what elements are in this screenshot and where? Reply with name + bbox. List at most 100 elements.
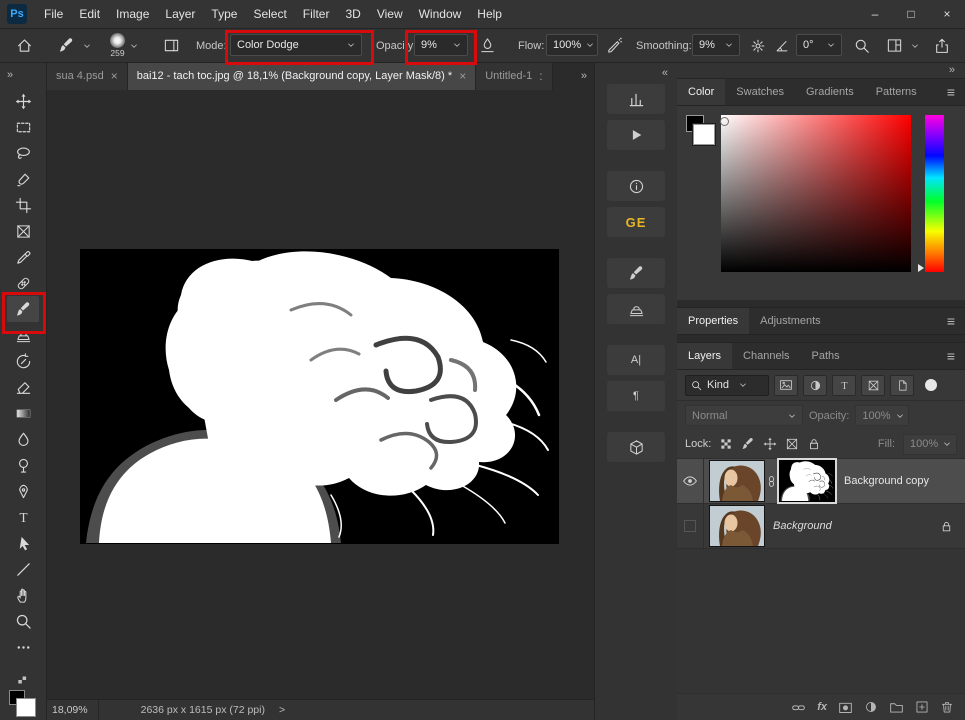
delete-layer-icon[interactable] (940, 700, 954, 714)
lock-artboard-icon[interactable] (785, 437, 799, 451)
saturation-brightness-picker[interactable] (721, 115, 911, 272)
tool-lasso[interactable] (7, 140, 39, 166)
lock-all-icon[interactable] (807, 437, 821, 451)
panel-button-paragraph[interactable]: ¶ (607, 381, 665, 411)
filter-smart-objects-button[interactable] (890, 375, 914, 396)
layer-fill-field[interactable]: 100% (903, 434, 957, 455)
layer-mask-thumbnail-selected[interactable] (779, 460, 835, 502)
tool-hand[interactable] (7, 582, 39, 608)
menu-help[interactable]: Help (469, 1, 510, 28)
panel-button-clone-source[interactable] (607, 294, 665, 324)
panel-menu-icon[interactable]: ≡ (937, 343, 965, 369)
tool-zoom[interactable] (7, 608, 39, 634)
layer-visibility-toggle[interactable] (677, 504, 704, 548)
tab-channels[interactable]: Channels (732, 343, 800, 369)
foreground-background-swatches[interactable] (7, 690, 39, 718)
brush-angle-widget[interactable] (774, 29, 790, 62)
minimize-button[interactable]: – (857, 1, 893, 28)
blend-mode-select[interactable]: Color Dodge (230, 34, 362, 56)
lock-pixels-icon[interactable] (741, 437, 755, 451)
menu-view[interactable]: View (369, 1, 411, 28)
layer-blend-mode-select[interactable]: Normal (685, 405, 803, 426)
layer-name[interactable]: Background copy (844, 475, 929, 487)
tool-spot-healing-brush[interactable] (7, 270, 39, 296)
tab-adjustments[interactable]: Adjustments (749, 308, 832, 334)
tool-history-brush[interactable] (7, 348, 39, 374)
hue-slider[interactable] (925, 115, 944, 272)
panel-button-brush-settings[interactable] (607, 258, 665, 288)
tab-swatches[interactable]: Swatches (725, 79, 795, 105)
close-button[interactable]: × (929, 1, 965, 28)
tool-brush[interactable] (7, 296, 39, 322)
tab-close-icon[interactable]: × (459, 69, 466, 83)
color-panel-swatches[interactable] (686, 115, 720, 153)
smoothing-select[interactable]: 9% (692, 34, 740, 56)
lock-position-icon[interactable] (763, 437, 777, 451)
brush-preset-picker[interactable]: 259 (110, 29, 138, 62)
document-tab-1[interactable]: sua 4.psd × (47, 62, 128, 90)
airbrush-button[interactable] (606, 29, 623, 62)
tool-rectangular-marquee[interactable] (7, 114, 39, 140)
edit-toolbar-icon[interactable] (16, 673, 30, 687)
tab-patterns[interactable]: Patterns (865, 79, 928, 105)
layer-name[interactable]: Background (773, 520, 832, 532)
tool-crop[interactable] (7, 192, 39, 218)
panel-menu-icon[interactable]: ≡ (937, 79, 965, 105)
canvas-viewport[interactable] (47, 90, 594, 700)
add-layer-mask-icon[interactable] (838, 700, 853, 715)
link-layers-icon[interactable] (791, 700, 806, 715)
panel-menu-icon[interactable]: ≡ (937, 308, 965, 334)
tab-layers[interactable]: Layers (677, 343, 732, 369)
layer-mask-link[interactable] (764, 474, 779, 489)
tool-gradient[interactable] (7, 400, 39, 426)
panel-button-ge-extension[interactable]: GE (607, 207, 665, 237)
tab-overflow-chevrons[interactable]: » (574, 62, 594, 90)
tool-quick-selection[interactable] (7, 166, 39, 192)
maximize-button[interactable]: □ (893, 1, 929, 28)
new-group-icon[interactable] (889, 700, 904, 715)
share-button[interactable] (934, 29, 950, 62)
tool-type[interactable] (7, 504, 39, 530)
layer-filter-kind-select[interactable]: Kind (685, 375, 769, 396)
tab-paths[interactable]: Paths (801, 343, 851, 369)
menu-file[interactable]: File (36, 1, 71, 28)
menu-filter[interactable]: Filter (295, 1, 338, 28)
filter-shape-layers-button[interactable] (861, 375, 885, 396)
menu-layer[interactable]: Layer (157, 1, 203, 28)
flow-select[interactable]: 100% (546, 34, 598, 56)
filter-adjustment-layers-button[interactable] (803, 375, 827, 396)
tab-close-icon[interactable]: × (111, 69, 118, 83)
tab-properties[interactable]: Properties (677, 308, 749, 334)
tool-line[interactable] (7, 556, 39, 582)
layer-mask-artwork[interactable] (81, 250, 558, 543)
layer-thumbnail[interactable] (710, 506, 764, 546)
panel-button-histogram[interactable] (607, 84, 665, 114)
foreground-color-swatch[interactable] (693, 124, 715, 145)
tool-more[interactable] (7, 634, 39, 660)
filter-type-layers-button[interactable] (832, 375, 856, 396)
layer-opacity-field[interactable]: 100% (855, 405, 909, 426)
toolbar-collapse-button[interactable]: » (0, 62, 46, 88)
new-layer-icon[interactable] (915, 700, 929, 714)
smoothing-options-button[interactable] (750, 29, 766, 62)
filter-toggle-icon[interactable] (925, 379, 937, 391)
status-options-chevron[interactable]: > (279, 704, 285, 716)
filter-pixel-layers-button[interactable] (774, 375, 798, 396)
foreground-color-swatch[interactable] (16, 698, 36, 717)
zoom-level-field[interactable]: 18,09% (47, 700, 99, 720)
color-sample-marker[interactable] (720, 117, 729, 126)
tool-dodge[interactable] (7, 452, 39, 478)
toggle-brush-settings-button[interactable] (163, 29, 180, 62)
strip-expand-button[interactable]: « (595, 62, 677, 84)
panel-button-3d[interactable] (607, 432, 665, 462)
menu-type[interactable]: Type (203, 1, 245, 28)
angle-input[interactable]: 0° (796, 34, 842, 56)
home-button[interactable] (16, 29, 33, 62)
layer-visibility-toggle[interactable] (677, 459, 704, 503)
tool-pen[interactable] (7, 478, 39, 504)
pressure-opacity-button[interactable] (479, 29, 496, 62)
layer-thumbnail[interactable] (710, 461, 764, 501)
panel-button-info[interactable] (607, 171, 665, 201)
tool-blur[interactable] (7, 426, 39, 452)
document-tab-2-active[interactable]: bai12 - tach toc.jpg @ 18,1% (Background… (128, 62, 476, 90)
